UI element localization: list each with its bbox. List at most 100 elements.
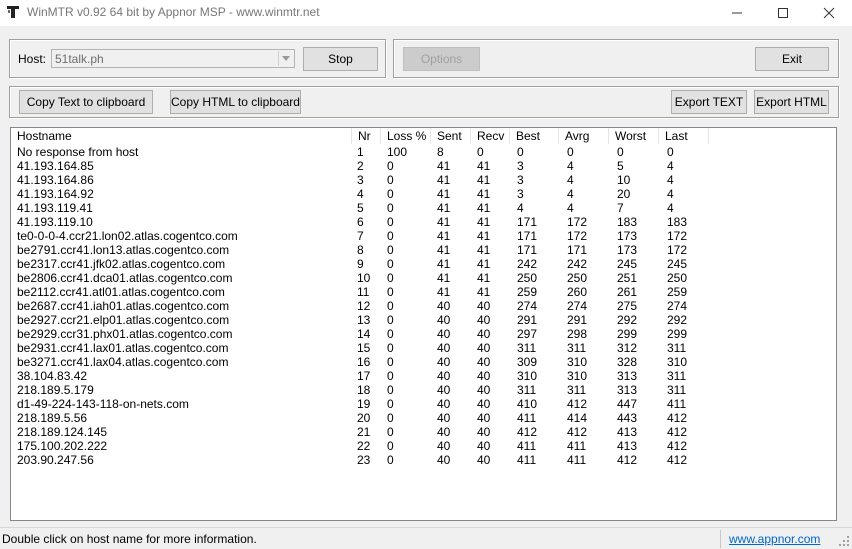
export-html-button[interactable]: Export HTML xyxy=(754,90,829,114)
table-row[interactable]: 41.193.164.85 2 0 41 41 3 4 5 4 xyxy=(11,159,836,173)
cell-loss: 0 xyxy=(387,397,394,411)
column-header-sent[interactable]: Sent xyxy=(431,128,471,144)
cell-recv: 40 xyxy=(477,383,491,397)
cell-nr: 5 xyxy=(357,201,364,215)
cell-avrg: 250 xyxy=(567,271,588,285)
column-header-nr[interactable]: Nr xyxy=(352,128,381,144)
cell-last: 412 xyxy=(667,411,688,425)
cell-loss: 0 xyxy=(387,313,394,327)
table-row[interactable]: be2806.ccr41.dca01.atlas.cogentco.com 10 0… xyxy=(11,271,836,285)
cell-hostname: 41.193.119.41 xyxy=(17,201,93,215)
cell-nr: 7 xyxy=(357,229,364,243)
column-header-last[interactable]: Last xyxy=(659,128,709,144)
table-row[interactable]: be2791.ccr41.lon13.atlas.cogentco.com 8 0 4… xyxy=(11,243,836,257)
cell-recv: 40 xyxy=(477,369,491,383)
maximize-button[interactable] xyxy=(760,0,806,26)
cell-sent: 41 xyxy=(437,187,451,201)
minimize-button[interactable] xyxy=(714,0,760,26)
cell-loss: 0 xyxy=(387,383,394,397)
table-row[interactable]: 41.193.119.10 6 0 41 41 171 172 183 183 xyxy=(11,215,836,229)
column-header-loss[interactable]: Loss % xyxy=(381,128,431,144)
column-header-hostname[interactable]: Hostname xyxy=(11,128,352,144)
cell-loss: 0 xyxy=(387,215,394,229)
column-header-avrg[interactable]: Avrg xyxy=(559,128,609,144)
cell-sent: 41 xyxy=(437,201,451,215)
cell-recv: 41 xyxy=(477,159,491,173)
cell-sent: 40 xyxy=(437,439,451,453)
copy-text-button[interactable]: Copy Text to clipboard xyxy=(19,90,153,114)
cell-worst: 443 xyxy=(617,411,638,425)
table-row[interactable]: 218.189.124.145 21 0 40 40 412 412 413 412 xyxy=(11,425,836,439)
cell-loss: 0 xyxy=(387,411,394,425)
table-row[interactable]: be3271.ccr41.lax04.atlas.cogentco.com 16 0… xyxy=(11,355,836,369)
cell-hostname: 203.90.247.56 xyxy=(17,453,94,467)
cell-avrg: 4 xyxy=(567,201,574,215)
cell-recv: 40 xyxy=(477,313,491,327)
table-row[interactable]: 38.104.83.42 17 0 40 40 310 310 313 311 xyxy=(11,369,836,383)
minimize-icon xyxy=(732,12,742,14)
table-row[interactable]: be2112.ccr41.atl01.atlas.cogentco.com 11 0… xyxy=(11,285,836,299)
exit-button[interactable]: Exit xyxy=(755,47,829,71)
cell-last: 311 xyxy=(667,383,687,397)
cell-hostname: be2317.ccr41.jfk02.atlas.cogentco.com xyxy=(17,257,226,271)
cell-worst: 413 xyxy=(617,425,638,439)
cell-sent: 8 xyxy=(437,145,444,159)
table-row[interactable]: be2931.ccr41.lax01.atlas.cogentco.com 15 0… xyxy=(11,341,836,355)
cell-sent: 40 xyxy=(437,453,451,467)
appnor-link[interactable]: www.appnor.com xyxy=(729,532,820,546)
cell-best: 297 xyxy=(517,327,538,341)
results-list[interactable]: Hostname Nr Loss % Sent Recv Best Avrg W… xyxy=(10,127,837,521)
cell-worst: 245 xyxy=(617,257,638,271)
cell-sent: 41 xyxy=(437,271,451,285)
cell-last: 274 xyxy=(667,299,688,313)
table-row[interactable]: 41.193.164.86 3 0 41 41 3 4 10 4 xyxy=(11,173,836,187)
host-value: 51talk.ph xyxy=(55,52,104,66)
window-title: WinMTR v0.92 64 bit by Appnor MSP - www.… xyxy=(27,5,320,19)
table-row[interactable]: 41.193.119.41 5 0 41 41 4 4 7 4 xyxy=(11,201,836,215)
export-text-button[interactable]: Export TEXT xyxy=(671,90,747,114)
column-header-recv[interactable]: Recv xyxy=(471,128,510,144)
table-row[interactable]: te0-0-0-4.ccr21.lon02.atlas.cogentco.com… xyxy=(11,229,836,243)
cell-best: 411 xyxy=(517,439,537,453)
table-row[interactable]: be2687.ccr41.iah01.atlas.cogentco.com 12 0… xyxy=(11,299,836,313)
resize-grip-icon[interactable] xyxy=(838,535,850,547)
table-row[interactable]: 41.193.164.92 4 0 41 41 3 4 20 4 xyxy=(11,187,836,201)
cell-recv: 40 xyxy=(477,439,491,453)
cell-worst: 0 xyxy=(617,145,624,159)
cell-hostname: be2806.ccr41.dca01.atlas.cogentco.com xyxy=(17,271,233,285)
cell-avrg: 171 xyxy=(567,243,588,257)
combo-dropdown-button[interactable] xyxy=(278,51,293,66)
close-button[interactable] xyxy=(806,0,852,26)
host-combobox[interactable]: 51talk.ph xyxy=(51,49,295,68)
cell-nr: 2 xyxy=(357,159,364,173)
cell-best: 3 xyxy=(517,173,524,187)
cell-best: 171 xyxy=(517,243,538,257)
app-icon xyxy=(7,6,19,18)
cell-best: 259 xyxy=(517,285,538,299)
copy-html-button[interactable]: Copy HTML to clipboard xyxy=(170,90,301,114)
cell-worst: 10 xyxy=(617,173,631,187)
stop-button[interactable]: Stop xyxy=(303,47,378,71)
table-row[interactable]: 203.90.247.56 23 0 40 40 411 411 412 412 xyxy=(11,453,836,467)
cell-worst: 275 xyxy=(617,299,638,313)
table-row[interactable]: be2927.ccr21.elp01.atlas.cogentco.com 13 0… xyxy=(11,313,836,327)
table-row[interactable]: 218.189.5.56 20 0 40 40 411 414 443 412 xyxy=(11,411,836,425)
cell-loss: 0 xyxy=(387,355,394,369)
table-row[interactable]: No response from host 1 100 8 0 0 0 0 0 xyxy=(11,145,836,159)
table-row[interactable]: be2317.ccr41.jfk02.atlas.cogentco.com 9 0 4… xyxy=(11,257,836,271)
column-header-worst[interactable]: Worst xyxy=(609,128,659,144)
cell-loss: 0 xyxy=(387,243,394,257)
cell-avrg: 412 xyxy=(567,425,588,439)
table-row[interactable]: 175.100.202.222 22 0 40 40 411 411 413 412 xyxy=(11,439,836,453)
cell-last: 183 xyxy=(667,215,688,229)
table-row[interactable]: 218.189.5.179 18 0 40 40 311 311 313 311 xyxy=(11,383,836,397)
cell-hostname: be2112.ccr41.atl01.atlas.cogentco.com xyxy=(17,285,225,299)
cell-avrg: 411 xyxy=(567,453,587,467)
cell-recv: 41 xyxy=(477,229,491,243)
table-row[interactable]: be2929.ccr31.phx01.atlas.cogentco.com 14 0… xyxy=(11,327,836,341)
table-row[interactable]: d1-49-224-143-118-on-nets.com 19 0 40 40 410 4… xyxy=(11,397,836,411)
cell-sent: 40 xyxy=(437,313,451,327)
column-header-best[interactable]: Best xyxy=(510,128,559,144)
cell-worst: 261 xyxy=(617,285,638,299)
options-button[interactable]: Options xyxy=(403,47,480,71)
